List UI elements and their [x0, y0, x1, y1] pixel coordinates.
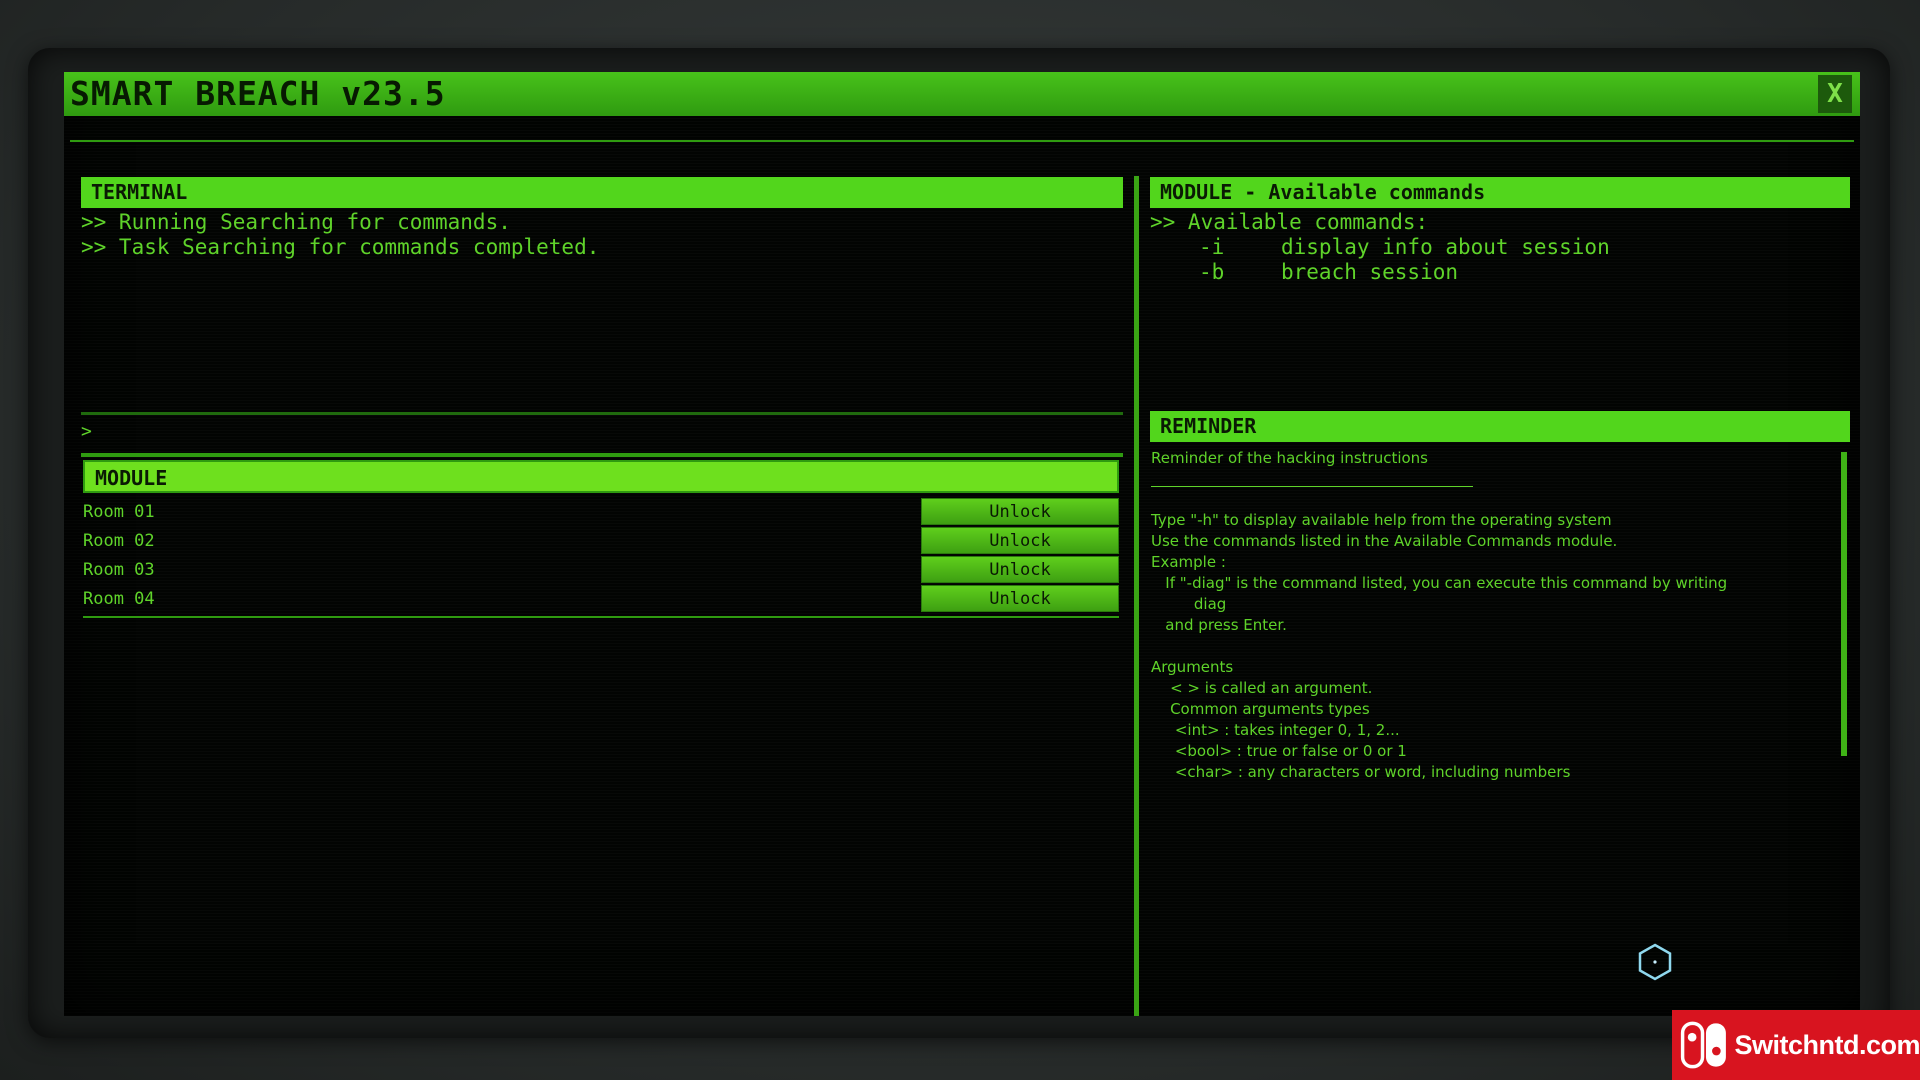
room-label: Room 02 — [83, 531, 155, 551]
app-title: SMART BREACH v23.5 — [70, 74, 446, 113]
reminder-line: <char> : any characters or word, includi… — [1151, 763, 1571, 781]
close-button[interactable]: X — [1818, 75, 1852, 113]
reminder-line: Arguments — [1151, 658, 1234, 676]
reminder-divider — [1151, 486, 1473, 487]
commands-header: MODULE - Available commands — [1150, 177, 1850, 208]
room-row: Room 01 Unlock — [83, 498, 1119, 526]
reminder-line: If "-diag" is the command listed, you ca… — [1151, 574, 1728, 592]
watermark-text: Switchntd.com — [1734, 1029, 1920, 1060]
unlock-button[interactable]: Unlock — [921, 585, 1119, 612]
command-flag: -b — [1199, 260, 1225, 284]
reminder-line: diag — [1151, 595, 1227, 613]
unlock-button[interactable]: Unlock — [921, 556, 1119, 583]
title-bar: SMART BREACH v23.5 X — [64, 72, 1860, 116]
terminal-header: TERMINAL — [81, 177, 1123, 208]
room-row: Room 02 Unlock — [83, 527, 1119, 555]
reminder-line: and press Enter. — [1151, 616, 1287, 634]
room-label: Room 01 — [83, 502, 155, 522]
terminal-line: >> Running Searching for commands. — [81, 210, 511, 234]
reminder-line: < > is called an argument. — [1151, 679, 1373, 697]
module-header: MODULE — [83, 460, 1119, 493]
title-divider — [70, 140, 1854, 142]
column-divider — [1134, 176, 1139, 1016]
command-flag: -i — [1199, 235, 1225, 259]
terminal-screen: SMART BREACH v23.5 X TERMINAL >> Running… — [64, 72, 1860, 1016]
room-label: Room 04 — [83, 589, 155, 609]
room-row: Room 04 Unlock — [83, 585, 1119, 613]
unlock-button[interactable]: Unlock — [921, 527, 1119, 554]
reminder-line: <int> : takes integer 0, 1, 2... — [1151, 721, 1400, 739]
module-divider — [83, 616, 1119, 618]
prompt-symbol: > — [81, 421, 92, 442]
room-label: Room 03 — [83, 560, 155, 580]
command-description: display info about session — [1281, 235, 1610, 259]
command-prompt[interactable]: > — [81, 412, 1123, 457]
command-input[interactable] — [101, 419, 1105, 447]
terminal-line: >> Task Searching for commands completed… — [81, 235, 600, 259]
watermark-badge: Switchntd.com — [1672, 1010, 1920, 1080]
reminder-subtitle: Reminder of the hacking instructions — [1151, 449, 1428, 467]
console-logo-icon — [1680, 1021, 1726, 1069]
reminder-line: Example : — [1151, 553, 1226, 571]
reminder-scrollbar[interactable] — [1841, 452, 1847, 756]
reminder-line: Use the commands listed in the Available… — [1151, 532, 1618, 550]
reminder-line: Type "-h" to display available help from… — [1151, 511, 1612, 529]
hexagon-cursor-icon — [1638, 943, 1672, 981]
command-description: breach session — [1281, 260, 1459, 284]
reminder-line: Common arguments types — [1151, 700, 1370, 718]
reminder-header: REMINDER — [1150, 411, 1850, 442]
unlock-button[interactable]: Unlock — [921, 498, 1119, 525]
commands-intro: >> Available commands: — [1150, 210, 1429, 234]
reminder-line: <bool> : true or false or 0 or 1 — [1151, 742, 1407, 760]
room-row: Room 03 Unlock — [83, 556, 1119, 584]
